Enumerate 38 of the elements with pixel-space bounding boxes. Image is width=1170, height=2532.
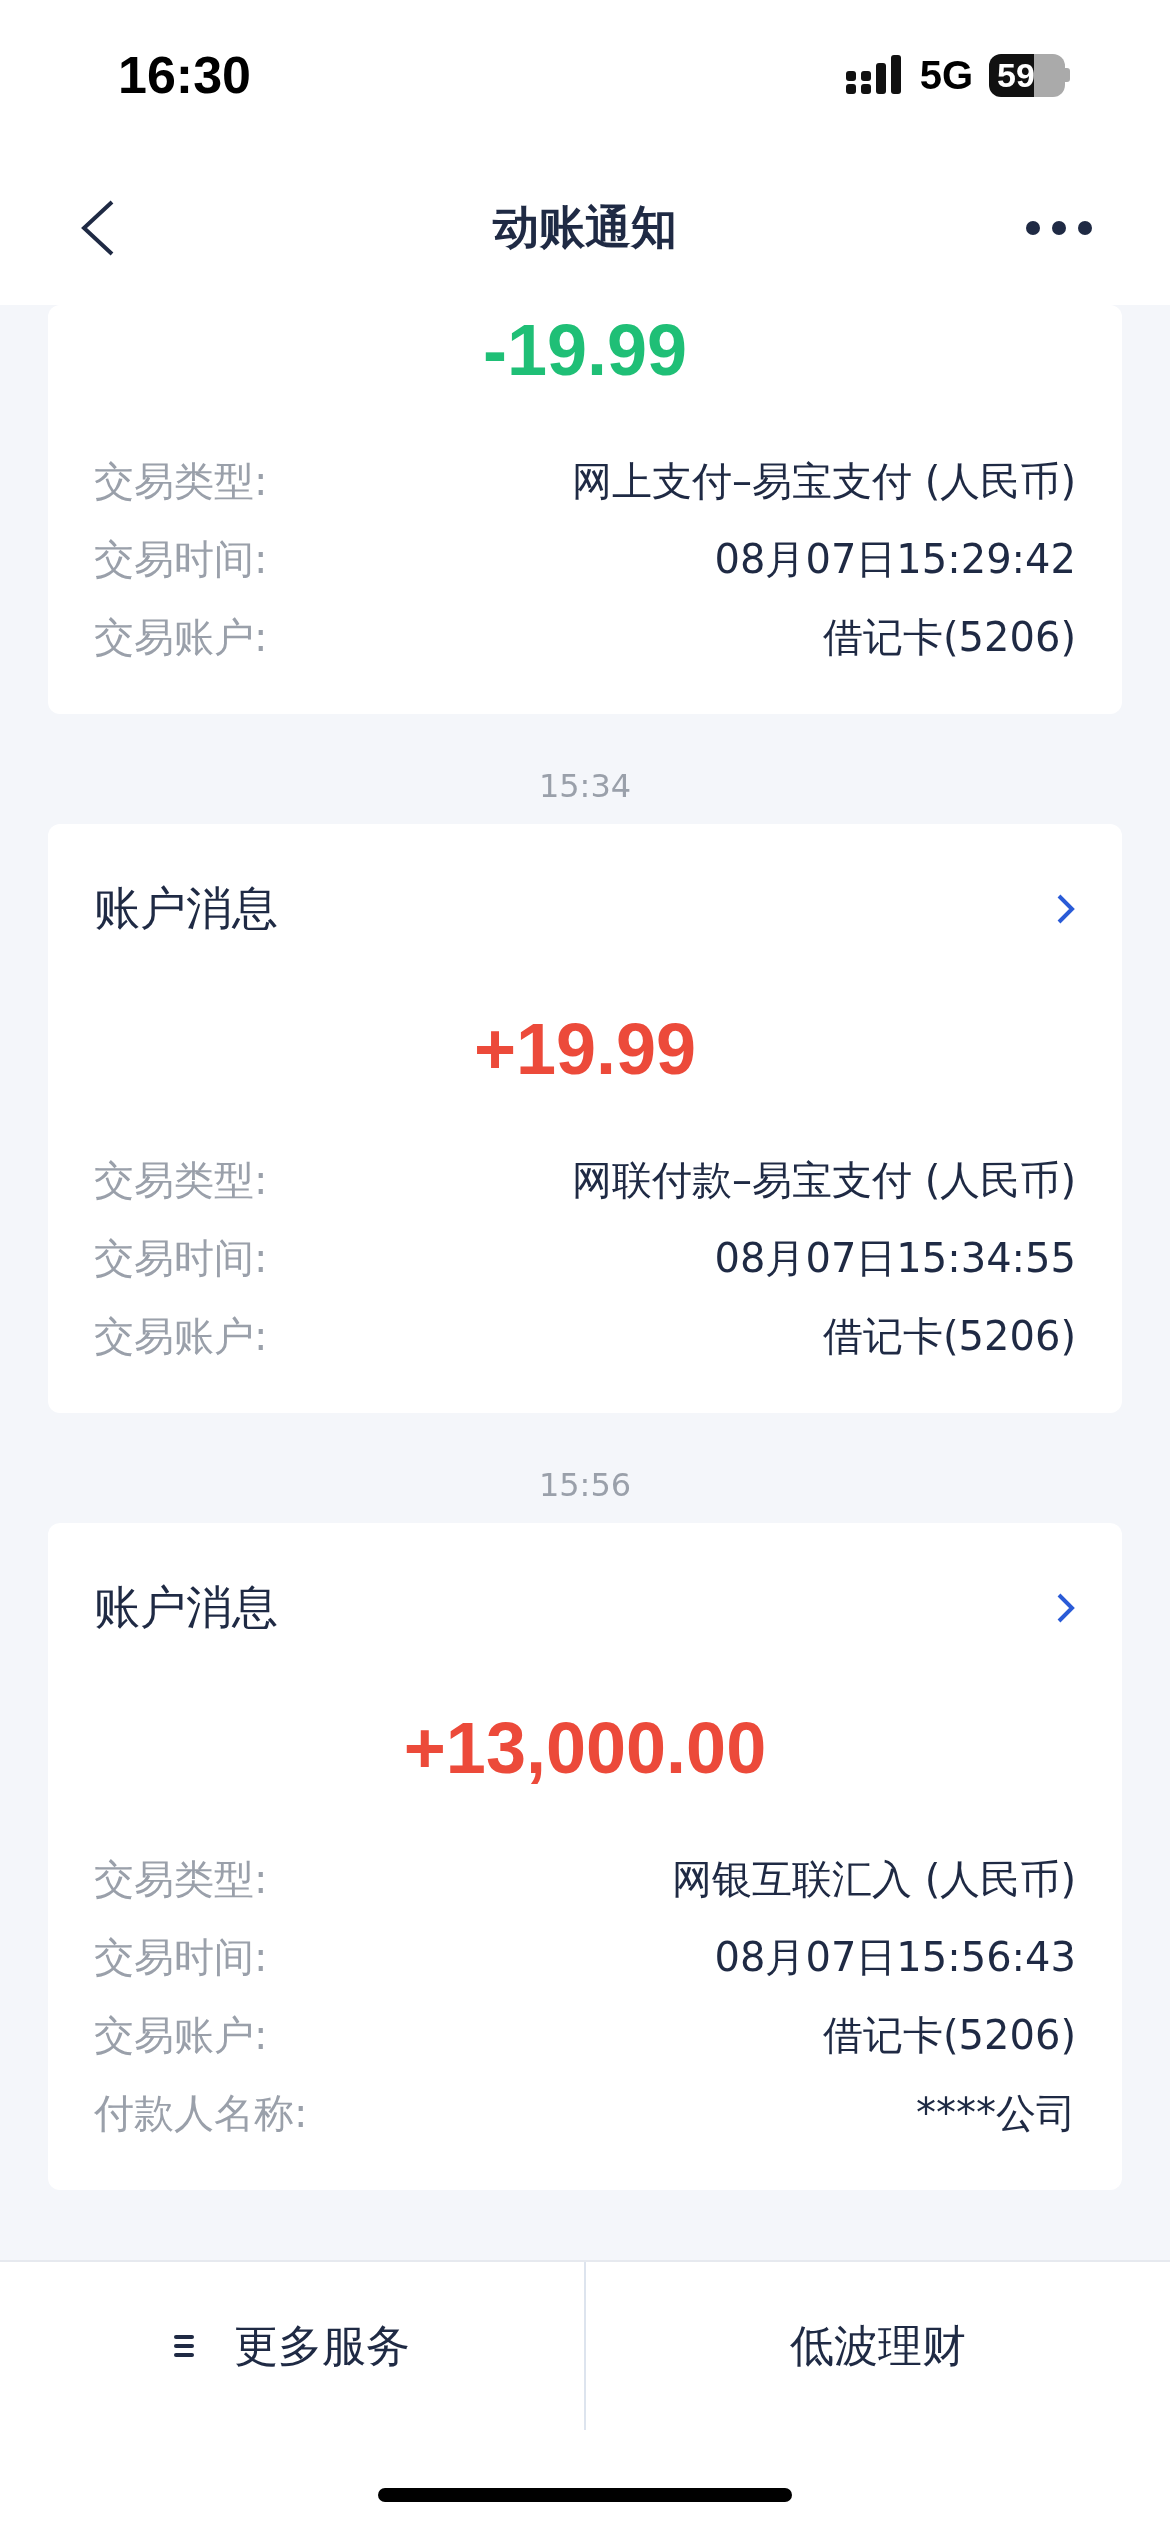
field-label: 交易账户: [94, 1312, 268, 1361]
field-label: 交易时间: [94, 1234, 268, 1283]
chevron-right-icon[interactable] [1056, 893, 1076, 925]
field-label: 交易时间: [94, 535, 268, 584]
back-icon[interactable] [80, 199, 116, 256]
message-time: 15:34 [538, 766, 632, 807]
field-value: 08月07日15:34:55 [714, 1234, 1076, 1283]
more-icon[interactable] [1026, 220, 1092, 235]
card-title: 账户消息 [94, 1579, 278, 1636]
field-label: 交易类型: [94, 1855, 268, 1904]
card-title: 账户消息 [94, 880, 278, 937]
field-label: 交易类型: [94, 457, 268, 506]
field-value: 网银互联汇入 (人民币) [672, 1855, 1076, 1904]
network-label: 5G [919, 52, 973, 98]
field-value: 08月07日15:29:42 [714, 535, 1076, 584]
amount: +13,000.00 [403, 1707, 767, 1790]
field-value: 借记卡(5206) [823, 613, 1076, 662]
message-time: 15:56 [538, 1465, 632, 1506]
field-value: 借记卡(5206) [823, 1312, 1076, 1361]
field-value: 借记卡(5206) [823, 2011, 1076, 2060]
field-value: 网上支付–易宝支付 (人民币) [572, 457, 1076, 506]
field-value: ****公司 [916, 2089, 1076, 2138]
menu-icon [174, 2335, 194, 2357]
field-label: 交易账户: [94, 2011, 268, 2060]
field-label: 交易时间: [94, 1933, 268, 1982]
field-value: 08月07日15:56:43 [714, 1933, 1076, 1982]
field-label: 交易账户: [94, 613, 268, 662]
field-label: 付款人名称: [94, 2089, 308, 2138]
chevron-right-icon[interactable] [1056, 1592, 1076, 1624]
tab-button[interactable]: 更多服务 [174, 2316, 410, 2376]
amount: -19.99 [482, 309, 688, 392]
status-time: 16:30 [118, 45, 252, 105]
field-value: 网联付款–易宝支付 (人民币) [572, 1156, 1076, 1205]
tab-button[interactable]: 低波理财 [790, 2316, 966, 2376]
amount: +19.99 [473, 1008, 697, 1091]
signal-icon [845, 55, 904, 95]
page-title: 动账通知 [493, 199, 677, 254]
field-label: 交易类型: [94, 1156, 268, 1205]
